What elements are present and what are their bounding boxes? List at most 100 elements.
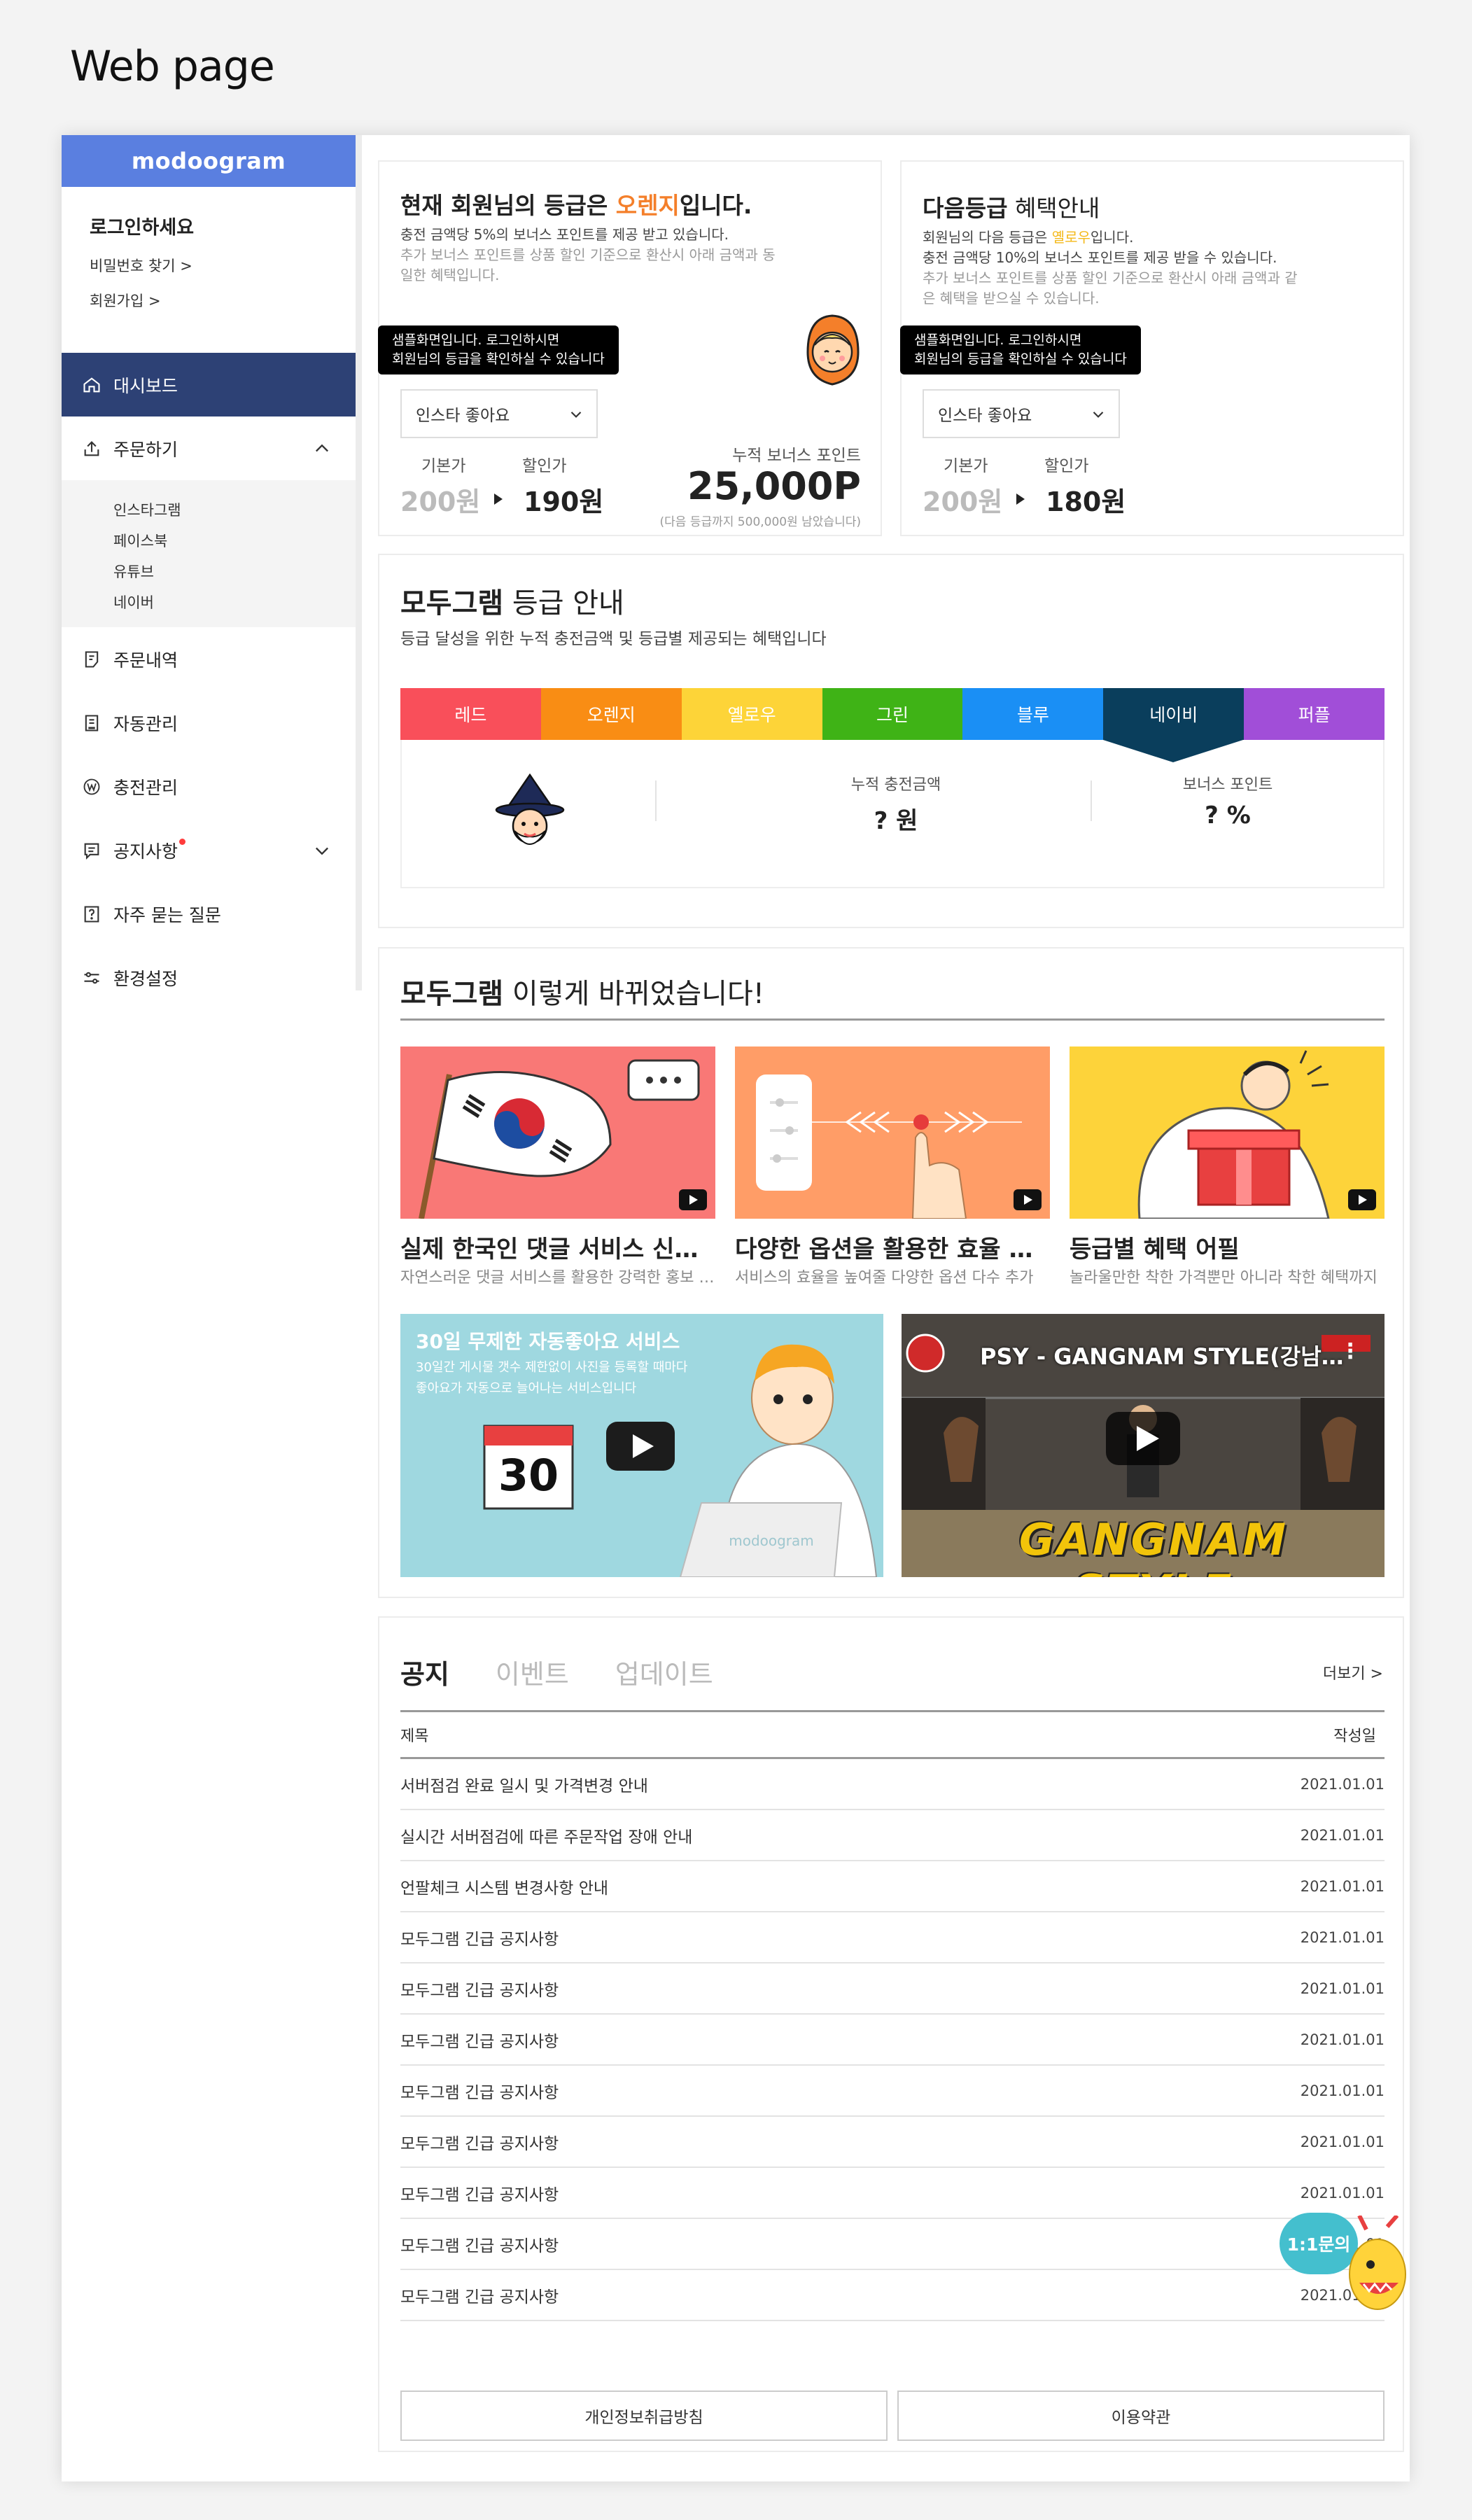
table-row[interactable]: 모두그램 긴급 공지사항 2021.01.01 <box>400 2168 1385 2219</box>
page-heading: Web page <box>70 42 275 91</box>
change-card-title[interactable]: 실제 한국인 댓글 서비스 신규 오픈 <box>400 1230 715 1264</box>
row-title[interactable]: 모두그램 긴급 공지사항 <box>400 2232 559 2256</box>
sidebar-item-faq[interactable]: 자주 묻는 질문 <box>62 882 356 946</box>
play-icon <box>1014 1189 1042 1210</box>
new-badge-dot <box>179 839 186 845</box>
calendar-day: 30 <box>498 1450 559 1501</box>
tier-yellow[interactable]: 옐로우 <box>681 688 822 740</box>
title-underline <box>400 1018 1385 1021</box>
table-row[interactable]: 모두그램 긴급 공지사항2021.01.01 <box>400 1963 1385 2015</box>
charge-amount-value: ? 원 <box>874 807 918 835</box>
base-price-label: 기본가 <box>421 457 466 475</box>
product-select[interactable]: 인스타 좋아요 <box>400 389 598 438</box>
find-password-link[interactable]: 비밀번호 찾기 > <box>90 255 328 276</box>
tab-update[interactable]: 업데이트 <box>615 1653 713 1691</box>
col-date: 작성일 <box>1333 1728 1376 1745</box>
row-title[interactable]: 모두그램 긴급 공지사항 <box>400 2283 559 2307</box>
submenu-item-facebook[interactable]: 페이스북 <box>113 525 356 556</box>
submenu-item-instagram[interactable]: 인스타그램 <box>113 494 356 525</box>
row-date: 2021.01.01 <box>1300 2184 1385 2202</box>
change-card-title[interactable]: 다양한 옵션을 활용한 효율 극대화 <box>735 1230 1050 1264</box>
brand-logo[interactable]: modoogram <box>62 135 356 187</box>
table-row[interactable]: 서버점검 완료 일시 및 가격변경 안내 2021.01.01 <box>400 1759 1385 1810</box>
row-title[interactable]: 언팔체크 시스템 변경사항 안내 <box>400 1875 608 1898</box>
table-row[interactable]: 언팔체크 시스템 변경사항 안내 2021.01.01 <box>400 1861 1385 1912</box>
tier-navy[interactable]: 네이비 <box>1103 688 1245 740</box>
tier-green[interactable]: 그린 <box>822 688 963 740</box>
more-vert-icon[interactable]: ⋮ <box>1340 1339 1361 1364</box>
sidebar-item-auto-management[interactable]: 자동관리 <box>62 691 356 755</box>
sidebar-item-settings[interactable]: 환경설정 <box>62 946 356 1009</box>
base-price: 200원 <box>400 486 481 517</box>
row-title[interactable]: 실시간 서버점검에 따른 주문작업 장애 안내 <box>400 1823 692 1847</box>
sidebar-item-order-history[interactable]: 주문내역 <box>62 627 356 691</box>
table-row[interactable]: 모두그램 긴급 공지사항2021.01.01 <box>400 1912 1385 1963</box>
current-grade-card: 현재 회원님의 등급은 오렌지입니다. 충전 금액당 5%의 보너스 포인트를 … <box>378 160 882 536</box>
table-row[interactable]: 모두그램 긴급 공지사항2021.01.01 <box>400 2219 1385 2270</box>
korean-comment-thumbnail[interactable] <box>400 1046 715 1219</box>
bonus-rate-value: ? % <box>1205 802 1251 830</box>
change-card-title[interactable]: 등급별 혜택 어필 <box>1070 1230 1385 1264</box>
row-date: 2021.01.01 <box>1300 2133 1385 2150</box>
sidebar-item-label: 주문하기 <box>113 439 178 460</box>
next-grade-title: 다음등급 혜택안내 <box>923 195 1100 222</box>
sidebar-item-label: 충전관리 <box>113 777 178 798</box>
tab-notice[interactable]: 공지 <box>400 1653 449 1691</box>
sidebar-item-charge[interactable]: 충전관리 <box>62 755 356 818</box>
orange-grade-character <box>794 309 871 393</box>
sidebar-item-order[interactable]: 주문하기 <box>62 416 356 480</box>
row-date: 2021.01.01 <box>1300 1877 1385 1895</box>
mascot-character <box>1338 2214 1408 2314</box>
row-date: 2021.01.01 <box>1300 2031 1385 2048</box>
gangnam-style-video[interactable]: PSY - GANGNAM STYLE(강남스타일) M/V ⋮ GANGNAM… <box>902 1314 1385 1577</box>
table-row[interactable]: 모두그램 긴급 공지사항2021.01.01 <box>400 2066 1385 2117</box>
more-link[interactable]: 더보기 > <box>1323 1661 1383 1684</box>
tier-blue[interactable]: 블루 <box>962 688 1104 740</box>
charge-amount-label: 누적 충전금액 <box>850 776 941 794</box>
table-row[interactable]: 모두그램 긴급 공지사항 2021.01.01 <box>400 2015 1385 2066</box>
discount-price-label: 할인가 <box>1044 457 1089 475</box>
row-title[interactable]: 모두그램 긴급 공지사항 <box>400 1977 559 2001</box>
document-icon <box>81 649 102 670</box>
signup-link[interactable]: 회원가입 > <box>90 290 328 311</box>
privacy-policy-button[interactable]: 개인정보취급방침 <box>400 2390 888 2441</box>
grade-guide-subtitle: 등급 달성을 위한 누적 충전금액 및 등급별 제공되는 혜택입니다 <box>400 630 827 648</box>
sidebar-item-dashboard[interactable]: 대시보드 <box>62 353 356 416</box>
login-title[interactable]: 로그인하세요 <box>90 212 328 239</box>
product-select[interactable]: 인스타 좋아요 <box>923 389 1120 438</box>
notice-card: 공지 이벤트 업데이트 더보기 > 제목 작성일 서버점검 완료 일시 및 가격… <box>378 1616 1404 2452</box>
row-title[interactable]: 모두그램 긴급 공지사항 <box>400 1926 559 1949</box>
row-title[interactable]: 모두그램 긴급 공지사항 <box>400 2079 559 2103</box>
changes-title: 모두그램 이렇게 바뀌었습니다! <box>400 978 764 1010</box>
tier-purple[interactable]: 퍼플 <box>1244 688 1385 740</box>
sidebar: modoogram 로그인하세요 비밀번호 찾기 > 회원가입 > 대시보드 주… <box>62 135 356 990</box>
change-card-desc: 놀라울만한 착한 가격뿐만 아니라 착한 혜택까지 <box>1070 1269 1378 1287</box>
table-row[interactable]: 모두그램 긴급 공지사항2021.01.01 <box>400 2270 1385 2321</box>
row-title[interactable]: 모두그램 긴급 공지사항 <box>400 2028 559 2052</box>
table-row[interactable]: 실시간 서버점검에 따른 주문작업 장애 안내 2021.01.01 <box>400 1810 1385 1861</box>
order-submenu: 인스타그램 페이스북 유튜브 네이버 <box>62 480 356 627</box>
grade-guide-title: 모두그램 등급 안내 <box>400 587 624 620</box>
submenu-item-youtube[interactable]: 유튜브 <box>113 556 356 587</box>
table-row[interactable]: 모두그램 긴급 공지사항 2021.01.01 <box>400 2117 1385 2168</box>
option-efficiency-thumbnail[interactable] <box>735 1046 1050 1219</box>
row-date: 2021.01.01 <box>1300 1775 1385 1793</box>
tab-event[interactable]: 이벤트 <box>496 1653 569 1691</box>
chevron-up-icon[interactable] <box>312 439 332 463</box>
tier-orange[interactable]: 오렌지 <box>540 688 682 740</box>
submenu-item-naver[interactable]: 네이버 <box>113 587 356 617</box>
tier-red[interactable]: 레드 <box>400 688 541 740</box>
row-title[interactable]: 모두그램 긴급 공지사항 <box>400 2130 559 2154</box>
sidebar-item-notice[interactable]: 공지사항 <box>62 818 356 882</box>
changes-card: 모두그램 이렇게 바뀌었습니다! 실제 한국인 댓글 서비스 신규 오픈 자연스… <box>378 947 1404 1598</box>
row-title[interactable]: 모두그램 긴급 공지사항 <box>400 2181 559 2205</box>
arrow-right-icon <box>1016 493 1025 505</box>
sidebar-scrollbar[interactable] <box>356 135 362 990</box>
tier-info-panel: 누적 충전금액 ? 원 보너스 포인트 ? % <box>400 740 1385 888</box>
terms-button[interactable]: 이용약관 <box>897 2390 1385 2441</box>
grade-benefit-thumbnail[interactable] <box>1070 1046 1385 1219</box>
row-title[interactable]: 서버점검 완료 일시 및 가격변경 안내 <box>400 1772 648 1796</box>
video-title[interactable]: PSY - GANGNAM STYLE(강남스타일) M/V <box>980 1339 1358 1371</box>
chevron-down-icon[interactable] <box>312 841 332 864</box>
auto-like-video[interactable]: 30일 무제한 자동좋아요 서비스 30일간 게시물 갯수 제한없이 사진을 등… <box>400 1314 883 1577</box>
